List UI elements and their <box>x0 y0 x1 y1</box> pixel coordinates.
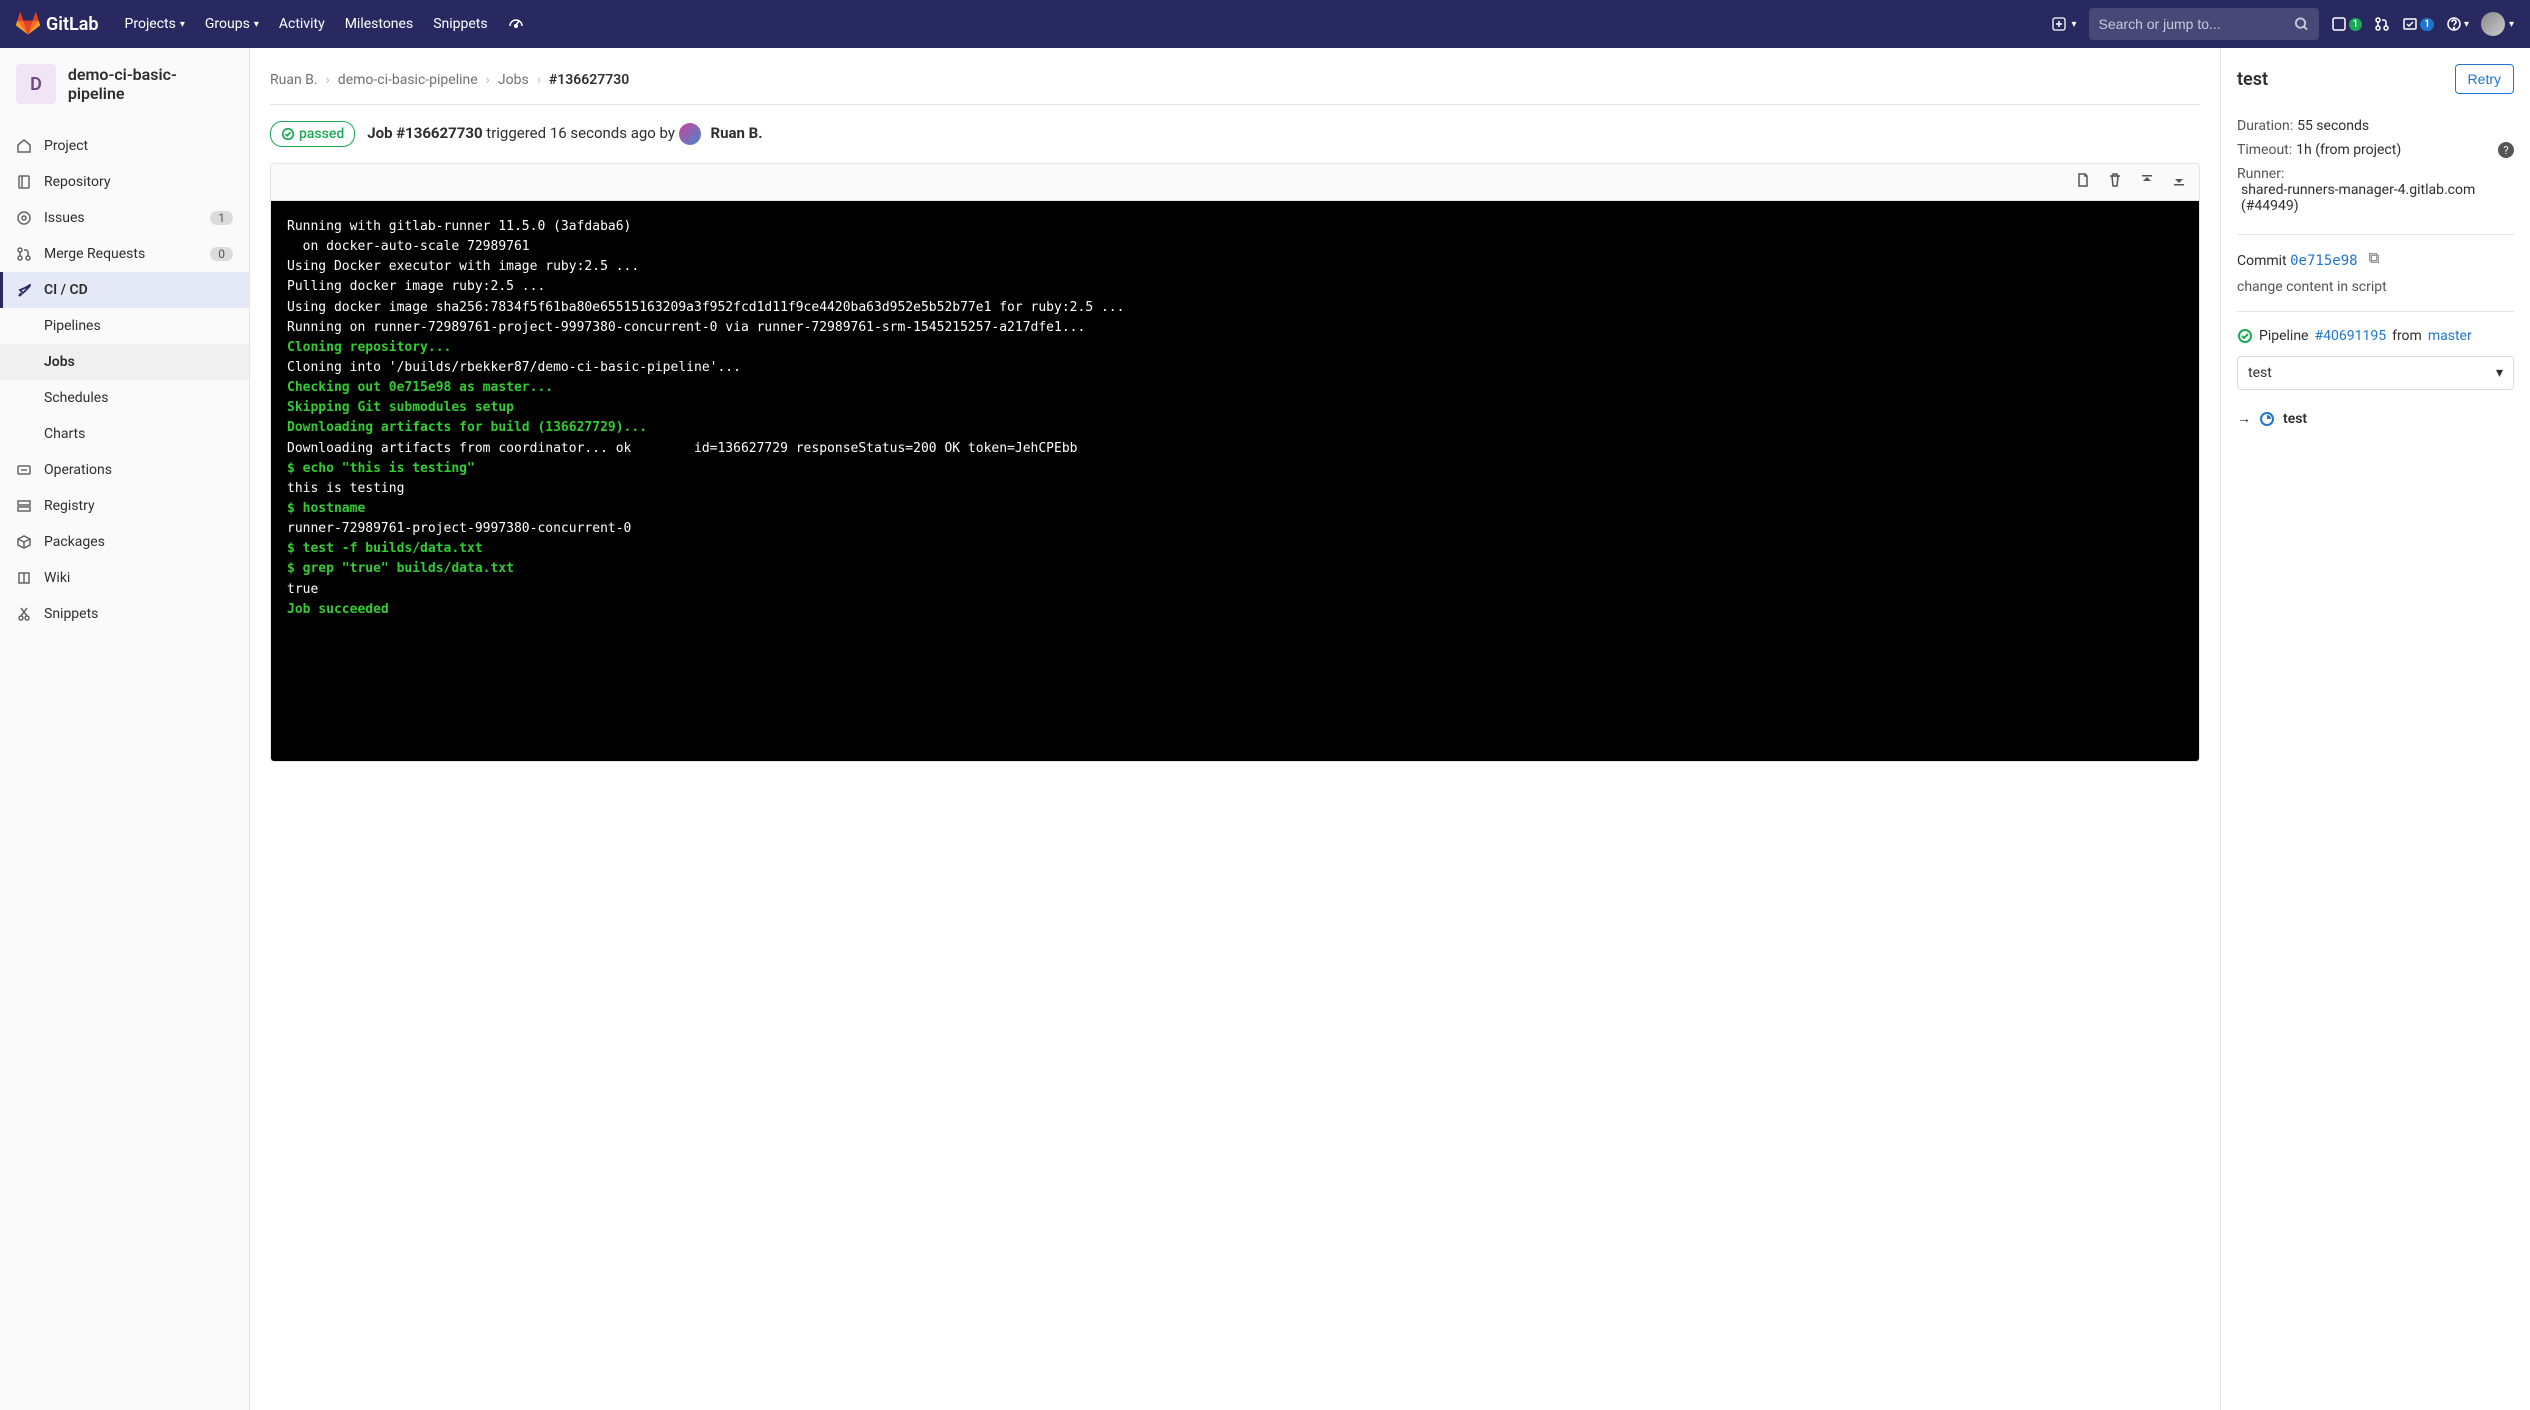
sidebar-item-cicd[interactable]: CI / CD <box>0 272 249 308</box>
arrow-right-icon: → <box>2237 410 2251 427</box>
sidebar-item-packages[interactable]: Packages <box>0 524 249 560</box>
project-name: demo-ci-basic-pipeline <box>68 65 233 103</box>
snippets-icon <box>16 606 32 622</box>
copy-icon <box>2367 251 2381 265</box>
commit-message: change content in script <box>2237 279 2514 295</box>
sidebar-item-snippets[interactable]: Snippets <box>0 596 249 632</box>
sidebar-sub-jobs[interactable]: Jobs <box>0 344 249 380</box>
nav-links: Projects▾ Groups▾ Activity Milestones Sn… <box>115 0 534 48</box>
retry-button[interactable]: Retry <box>2455 64 2514 94</box>
sidebar-item-registry[interactable]: Registry <box>0 488 249 524</box>
user-menu[interactable]: ▾ <box>2481 12 2514 36</box>
merge-icon <box>2374 16 2390 32</box>
sidebar: D demo-ci-basic-pipeline Project Reposit… <box>0 48 250 1410</box>
raw-log-button[interactable] <box>2075 172 2091 192</box>
sidebar-project-header[interactable]: D demo-ci-basic-pipeline <box>0 48 249 120</box>
nav-todos-shortcut[interactable]: 1 <box>2402 16 2434 32</box>
erase-log-button[interactable] <box>2107 172 2123 192</box>
job-title: Job #136627730 triggered 16 seconds ago … <box>367 123 762 145</box>
status-badge: passed <box>270 121 355 147</box>
commit-row: Commit 0e715e98 <box>2237 251 2514 269</box>
sidebar-item-repository[interactable]: Repository <box>0 164 249 200</box>
new-dropdown[interactable]: ▾ <box>2051 16 2076 32</box>
sidebar-item-merge-requests[interactable]: Merge Requests0 <box>0 236 249 272</box>
timeout-help[interactable]: ? <box>2498 142 2514 158</box>
rocket-icon <box>16 282 32 298</box>
todos-icon <box>2402 16 2418 32</box>
nav-right: ▾ 1 1 ▾ ▾ <box>2051 8 2514 40</box>
log-toolbar <box>271 164 2199 201</box>
nav-activity[interactable]: Activity <box>269 0 335 48</box>
sidebar-item-operations[interactable]: Operations <box>0 452 249 488</box>
help-icon <box>2446 16 2462 32</box>
avatar-icon <box>2481 12 2505 36</box>
repo-icon <box>16 174 32 190</box>
wiki-icon <box>16 570 32 586</box>
job-author[interactable]: Ruan B. <box>710 124 762 142</box>
search-box[interactable] <box>2089 8 2319 40</box>
panel-title: test <box>2237 69 2268 90</box>
crumb-jobs[interactable]: Jobs <box>498 72 529 88</box>
trash-icon <box>2107 172 2123 188</box>
job-header: passed Job #136627730 triggered 16 secon… <box>270 105 2200 163</box>
stage-select[interactable]: test ▾ <box>2237 356 2514 390</box>
gauge-icon <box>508 14 524 30</box>
nav-mr-shortcut[interactable] <box>2374 16 2390 32</box>
issues-icon <box>2331 16 2347 32</box>
nav-projects[interactable]: Projects▾ <box>115 0 195 48</box>
scroll-bottom-button[interactable] <box>2171 172 2187 192</box>
right-panel: test Retry Duration:55 seconds Timeout:1… <box>2220 48 2530 1410</box>
nav-milestones[interactable]: Milestones <box>335 0 424 48</box>
tanuki-icon <box>16 12 40 36</box>
project-avatar: D <box>16 64 56 104</box>
crumb-owner[interactable]: Ruan B. <box>270 72 318 88</box>
pipeline-passed-icon <box>2237 328 2253 344</box>
brand-text: GitLab <box>46 14 99 35</box>
merge-icon <box>16 246 32 262</box>
sidebar-sub-schedules[interactable]: Schedules <box>0 380 249 416</box>
crumb-current: #136627730 <box>549 72 629 88</box>
nav-issues-shortcut[interactable]: 1 <box>2331 16 2363 32</box>
breadcrumbs: Ruan B. › demo-ci-basic-pipeline › Jobs … <box>270 64 2200 105</box>
search-input[interactable] <box>2099 16 2294 32</box>
content: Ruan B. › demo-ci-basic-pipeline › Jobs … <box>250 48 2220 1410</box>
job-running-icon <box>2259 411 2275 427</box>
pipeline-info: Pipeline #40691195 from master <box>2237 328 2514 344</box>
nav-groups[interactable]: Groups▾ <box>195 0 269 48</box>
sidebar-item-project[interactable]: Project <box>0 128 249 164</box>
registry-icon <box>16 498 32 514</box>
sidebar-sub-pipelines[interactable]: Pipelines <box>0 308 249 344</box>
log-container: Running with gitlab-runner 11.5.0 (3afda… <box>270 163 2200 762</box>
scroll-top-button[interactable] <box>2139 172 2155 192</box>
copy-sha-button[interactable] <box>2367 253 2381 269</box>
ops-icon <box>16 462 32 478</box>
home-icon <box>16 138 32 154</box>
package-icon <box>16 534 32 550</box>
plus-icon <box>2051 16 2067 32</box>
search-icon <box>2294 16 2309 32</box>
passed-icon <box>281 127 295 141</box>
sidebar-item-issues[interactable]: Issues1 <box>0 200 249 236</box>
pipeline-branch-link[interactable]: master <box>2428 328 2472 344</box>
arrow-bottom-icon <box>2171 172 2187 188</box>
arrow-top-icon <box>2139 172 2155 188</box>
top-navbar: GitLab Projects▾ Groups▾ Activity Milest… <box>0 0 2530 48</box>
sidebar-sub-charts[interactable]: Charts <box>0 416 249 452</box>
nav-gauge[interactable] <box>498 0 534 48</box>
pipeline-id-link[interactable]: #40691195 <box>2315 328 2387 344</box>
sidebar-item-wiki[interactable]: Wiki <box>0 560 249 596</box>
nav-help[interactable]: ▾ <box>2446 16 2469 32</box>
author-avatar <box>679 123 701 145</box>
gitlab-logo[interactable]: GitLab <box>16 12 99 36</box>
log-output[interactable]: Running with gitlab-runner 11.5.0 (3afda… <box>271 201 2199 761</box>
file-icon <box>2075 172 2091 188</box>
nav-snippets[interactable]: Snippets <box>423 0 497 48</box>
stage-job-row[interactable]: → test <box>2237 410 2514 427</box>
issue-icon <box>16 210 32 226</box>
chevron-down-icon: ▾ <box>2496 365 2503 381</box>
crumb-project[interactable]: demo-ci-basic-pipeline <box>338 72 478 88</box>
commit-sha-link[interactable]: 0e715e98 <box>2290 253 2357 269</box>
